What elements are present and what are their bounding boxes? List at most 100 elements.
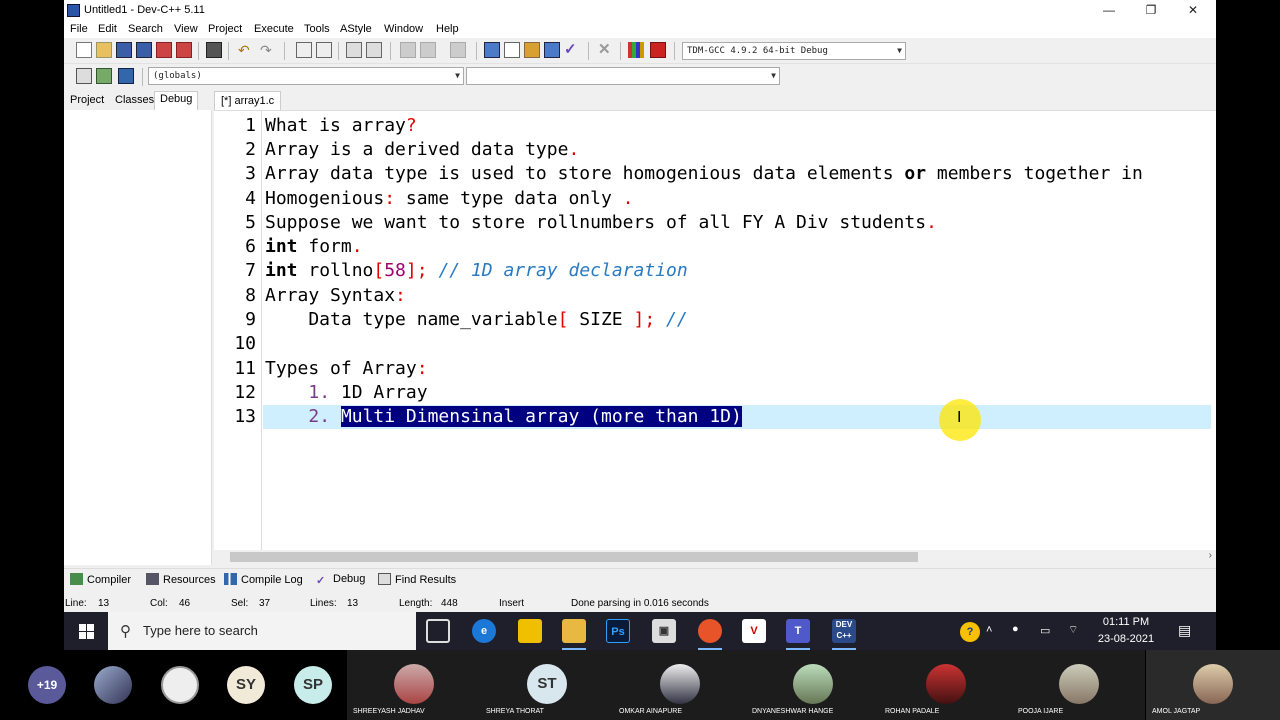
undo-icon[interactable]: ↶ xyxy=(238,42,254,58)
save-all-icon[interactable] xyxy=(136,42,152,58)
menu-astyle[interactable]: AStyle xyxy=(340,23,372,35)
close-file-icon[interactable] xyxy=(156,42,172,58)
horizontal-scrollbar[interactable]: › xyxy=(214,550,1216,564)
open-file-icon[interactable] xyxy=(96,42,112,58)
redo-icon[interactable]: ↷ xyxy=(260,42,276,58)
compile-run-icon[interactable] xyxy=(524,42,540,58)
compile-log-icon xyxy=(224,573,237,585)
toolbar-separator xyxy=(620,42,621,60)
window-title: Untitled1 - Dev-C++ 5.11 xyxy=(84,4,205,16)
scope-select[interactable]: (globals) ▼ xyxy=(148,67,464,85)
goto-bookmark-icon[interactable] xyxy=(118,68,134,84)
teams-icon[interactable]: T xyxy=(786,619,810,650)
member-select[interactable]: ▼ xyxy=(466,67,780,85)
remove-from-project-icon[interactable] xyxy=(420,42,436,58)
code-line: Types of Array: xyxy=(265,358,428,379)
store-icon[interactable]: ▣ xyxy=(652,619,676,643)
menu-bar: File Edit Search View Project Execute To… xyxy=(64,22,1216,38)
toolbar-separator xyxy=(228,42,229,60)
toggle-bookmark-icon[interactable] xyxy=(96,68,112,84)
code-line: Homogenious: same type data only . xyxy=(265,188,634,209)
menu-execute[interactable]: Execute xyxy=(254,23,294,35)
minimize-button[interactable]: — xyxy=(1088,0,1130,22)
start-button[interactable] xyxy=(64,612,108,650)
clock-time[interactable]: 01:11 PM xyxy=(1091,616,1161,628)
tab-label: Debug xyxy=(333,573,366,585)
tab-find-results[interactable]: Find Results xyxy=(378,573,456,586)
help-icon[interactable]: ? xyxy=(960,622,980,642)
menu-search[interactable]: Search xyxy=(128,23,163,35)
add-to-project-icon[interactable] xyxy=(400,42,416,58)
rebuild-icon[interactable] xyxy=(544,42,560,58)
vlc-annotate-icon[interactable]: V xyxy=(742,619,766,643)
compiler-select[interactable]: TDM-GCC 4.9.2 64-bit Debug ▼ xyxy=(682,42,906,60)
line-number: 8 xyxy=(245,285,256,306)
photoshop-icon[interactable]: Ps xyxy=(606,619,630,643)
resources-icon xyxy=(146,573,159,585)
restore-button[interactable]: ❐ xyxy=(1130,0,1172,22)
status-col-label: Col: xyxy=(150,598,168,609)
scroll-right-icon[interactable]: › xyxy=(1209,550,1212,561)
tab-project[interactable]: Project xyxy=(70,94,104,106)
edge-icon[interactable]: e xyxy=(472,619,496,643)
participant-tile: POOJA IJARE xyxy=(1012,650,1145,720)
notifications-icon[interactable]: ▤ xyxy=(1178,622,1191,639)
tab-compiler[interactable]: Compiler xyxy=(70,573,131,586)
wifi-icon[interactable]: ⌔ xyxy=(1068,623,1078,637)
windows-taskbar: ⚲ Type here to search e Ps ▣ V T DEV C++ … xyxy=(64,612,1216,650)
line-number: 9 xyxy=(245,309,256,330)
run-icon[interactable] xyxy=(504,42,520,58)
indent-icon[interactable] xyxy=(346,42,362,58)
menu-tools[interactable]: Tools xyxy=(304,23,330,35)
close-all-icon[interactable] xyxy=(176,42,192,58)
close-button[interactable]: ✕ xyxy=(1172,0,1214,22)
file-explorer-icon[interactable] xyxy=(562,619,586,650)
tab-array1-c[interactable]: [*] array1.c xyxy=(214,91,282,110)
save-icon[interactable] xyxy=(116,42,132,58)
insert-icon[interactable] xyxy=(76,68,92,84)
microphone-icon[interactable]: ● xyxy=(1012,623,1019,635)
tab-debug-output[interactable]: ✓ Debug xyxy=(316,573,366,587)
participant-avatar xyxy=(94,666,132,704)
menu-project[interactable]: Project xyxy=(208,23,242,35)
goto-line-icon[interactable] xyxy=(366,42,382,58)
tab-resources[interactable]: Resources xyxy=(146,573,216,586)
clock-date[interactable]: 23-08-2021 xyxy=(1091,633,1161,645)
code-line: int form. xyxy=(265,236,363,257)
replace-icon[interactable] xyxy=(316,42,332,58)
compile-icon[interactable] xyxy=(484,42,500,58)
tab-debug[interactable]: Debug xyxy=(154,91,199,110)
meeting-participant-strip: +19 SY SP SHREEYASH JADHAV ST SHREYA THO… xyxy=(0,650,1280,720)
taskbar-search[interactable]: ⚲ Type here to search xyxy=(108,612,416,650)
editor-tabs: [*] array1.c xyxy=(214,90,1216,110)
task-view-icon[interactable] xyxy=(426,619,450,643)
project-options-icon[interactable] xyxy=(450,42,466,58)
profile-icon[interactable] xyxy=(628,42,644,58)
menu-window[interactable]: Window xyxy=(384,23,423,35)
code-line: 1. 1D Array xyxy=(308,382,428,403)
sticky-notes-icon[interactable] xyxy=(518,619,542,643)
line-number: 5 xyxy=(245,212,256,233)
menu-edit[interactable]: Edit xyxy=(98,23,117,35)
devcpp-taskbar-icon[interactable]: DEV C++ xyxy=(832,619,856,650)
line-number: 6 xyxy=(245,236,256,257)
find-icon[interactable] xyxy=(296,42,312,58)
line-number: 13 xyxy=(234,406,256,427)
menu-view[interactable]: View xyxy=(174,23,198,35)
menu-help[interactable]: Help xyxy=(436,23,459,35)
stop-execution-icon[interactable]: ✕ xyxy=(598,42,614,58)
menu-file[interactable]: File xyxy=(70,23,88,35)
chevron-up-icon[interactable]: ˄ xyxy=(986,624,992,636)
status-insert-mode: Insert xyxy=(499,598,525,609)
tab-classes[interactable]: Classes xyxy=(115,94,154,106)
new-file-icon[interactable] xyxy=(76,42,92,58)
tab-compile-log[interactable]: Compile Log xyxy=(224,573,303,586)
firefox-icon[interactable] xyxy=(698,619,722,650)
more-participants-badge[interactable]: +19 xyxy=(28,666,66,704)
delete-profile-icon[interactable] xyxy=(650,42,666,58)
scrollbar-thumb[interactable] xyxy=(230,552,918,562)
print-icon[interactable] xyxy=(206,42,222,58)
left-panel-tabs: Project Classes Debug xyxy=(64,90,212,110)
syntax-check-icon[interactable]: ✓ xyxy=(564,42,580,58)
code-editor[interactable]: 1 2 3 4 5 6 7 8 9 10 11 12 13 What is ar… xyxy=(214,110,1216,551)
